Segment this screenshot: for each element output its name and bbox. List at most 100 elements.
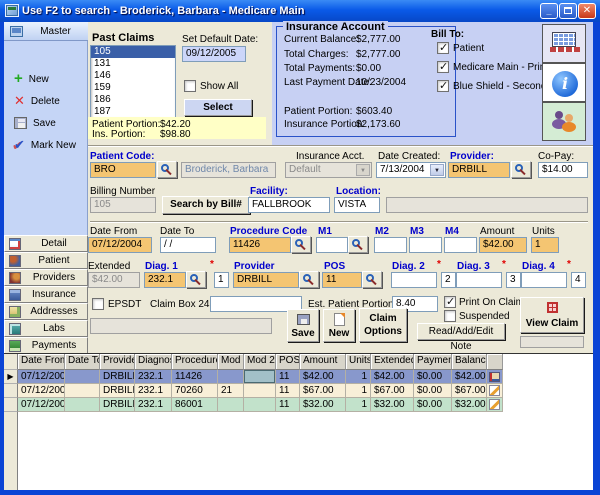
- grid-cell[interactable]: $32.00: [452, 398, 487, 412]
- diag3-pointer-field[interactable]: 3: [506, 272, 521, 288]
- m2-field[interactable]: [374, 237, 407, 253]
- grid-cell[interactable]: 86001: [172, 398, 218, 412]
- diag1-search-button[interactable]: [186, 271, 206, 288]
- bill-to-patient-checkbox[interactable]: [437, 42, 449, 54]
- print-on-claim-checkbox[interactable]: [444, 296, 456, 308]
- chevron-down-icon[interactable]: ▼: [430, 164, 444, 176]
- grid-cell[interactable]: $0.00: [414, 384, 452, 398]
- show-all-checkbox[interactable]: [184, 80, 196, 92]
- grid-row[interactable]: 07/12/2004 DRBILL 232.1 70260 21 11 $67.…: [4, 384, 503, 398]
- grid-cell[interactable]: DRBILL: [100, 370, 135, 384]
- column-header[interactable]: Payments: [414, 354, 452, 370]
- procedure-search-button[interactable]: [291, 236, 311, 253]
- sidebar-item-insurance[interactable]: Insurance: [4, 286, 88, 303]
- grid-cell[interactable]: 07/12/2004: [18, 370, 65, 384]
- m1-field[interactable]: [316, 237, 348, 253]
- sidebar-item-patient[interactable]: Patient: [4, 252, 88, 269]
- diag1-field[interactable]: 232.1: [144, 272, 186, 288]
- maximize-button[interactable]: [559, 3, 577, 19]
- facility-field[interactable]: FALLBROOK: [248, 197, 330, 213]
- grid-cell[interactable]: $67.00: [300, 384, 346, 398]
- sidebar-new-button[interactable]: + New: [14, 70, 49, 88]
- grid-cell[interactable]: 232.1: [135, 370, 172, 384]
- past-claims-item[interactable]: 105: [91, 46, 175, 58]
- grid-cell[interactable]: $67.00: [371, 384, 414, 398]
- grid-selector-header[interactable]: [4, 354, 18, 370]
- row-edit-icon[interactable]: [487, 398, 503, 412]
- past-claims-item[interactable]: 159: [91, 82, 175, 94]
- grid-cell[interactable]: 1: [346, 370, 371, 384]
- grid-cell[interactable]: [65, 398, 100, 412]
- location-field[interactable]: VISTA: [334, 197, 380, 213]
- past-claims-list[interactable]: 105 131 146 159 186 187: [90, 45, 176, 119]
- bill-to-medicare-checkbox[interactable]: [437, 61, 449, 73]
- sidebar-master-header[interactable]: Master: [4, 22, 88, 41]
- claim-options-button[interactable]: Claim Options: [359, 308, 407, 342]
- grid-cell-focused[interactable]: [244, 370, 276, 384]
- sidebar-delete-button[interactable]: ✕ Delete: [14, 92, 60, 110]
- save-button[interactable]: Save: [287, 309, 319, 342]
- grid-row-selected[interactable]: ▶ 07/12/2004 DRBILL 232.1 11426 11 $42.0…: [4, 370, 503, 384]
- row-edit-icon[interactable]: [487, 384, 503, 398]
- grid-cell[interactable]: $0.00: [414, 398, 452, 412]
- grid-cell[interactable]: 1: [346, 398, 371, 412]
- select-button[interactable]: Select: [184, 99, 252, 116]
- sidebar-mark-new-button[interactable]: ✔ Mark New: [14, 136, 76, 154]
- sidebar-item-payments[interactable]: Payments: [4, 337, 88, 354]
- set-default-date-field[interactable]: 09/12/2005: [182, 46, 246, 62]
- grid-cell[interactable]: 1: [346, 384, 371, 398]
- provider-field[interactable]: DRBILL: [448, 162, 510, 178]
- column-header[interactable]: Date To: [65, 354, 100, 370]
- column-header[interactable]: Balance: [452, 354, 487, 370]
- view-claim-button[interactable]: View Claim: [520, 297, 584, 333]
- column-header[interactable]: Extended: [371, 354, 414, 370]
- column-header[interactable]: Amount: [300, 354, 346, 370]
- column-header[interactable]: POS: [276, 354, 300, 370]
- grid-cell[interactable]: DRBILL: [100, 398, 135, 412]
- close-button[interactable]: ✕: [578, 3, 596, 19]
- grid-cell[interactable]: 21: [218, 384, 244, 398]
- grid-cell[interactable]: [218, 370, 244, 384]
- date-from-field[interactable]: 07/12/2004: [88, 237, 152, 253]
- m4-field[interactable]: [444, 237, 477, 253]
- patient-code-field[interactable]: BRO: [90, 162, 156, 178]
- grid-cell[interactable]: 11426: [172, 370, 218, 384]
- grid-cell[interactable]: $32.00: [300, 398, 346, 412]
- grid-cell[interactable]: 70260: [172, 384, 218, 398]
- grid-cell[interactable]: [65, 384, 100, 398]
- diag1-pointer-field[interactable]: 1: [214, 272, 229, 288]
- read-add-edit-note-button[interactable]: Read/Add/Edit Note: [417, 323, 505, 340]
- patient-search-button[interactable]: [157, 161, 177, 178]
- search-by-bill-button[interactable]: Search by Bill#: [162, 196, 250, 214]
- row-selector[interactable]: ▶: [4, 370, 18, 384]
- pos-search-button[interactable]: [362, 271, 382, 288]
- amount-field[interactable]: $42.00: [479, 237, 527, 253]
- sidebar-item-addresses[interactable]: Addresses: [4, 303, 88, 320]
- patients-button[interactable]: [542, 102, 586, 141]
- past-claims-item[interactable]: 146: [91, 70, 175, 82]
- grid-cell[interactable]: [244, 384, 276, 398]
- grid-cell[interactable]: [244, 398, 276, 412]
- row-selector[interactable]: [4, 384, 18, 398]
- diag4-field[interactable]: [521, 272, 567, 288]
- past-claims-item[interactable]: 186: [91, 94, 175, 106]
- grid-cell[interactable]: $42.00: [300, 370, 346, 384]
- grid-cell[interactable]: 11: [276, 384, 300, 398]
- date-created-select[interactable]: 7/13/2004 ▼: [376, 162, 446, 178]
- grid-cell[interactable]: DRBILL: [100, 384, 135, 398]
- grid-cell[interactable]: $0.00: [414, 370, 452, 384]
- grid-cell[interactable]: $42.00: [371, 370, 414, 384]
- line-provider-field[interactable]: DRBILL: [233, 272, 299, 288]
- new-button[interactable]: New: [323, 309, 355, 342]
- grid-cell[interactable]: $67.00: [452, 384, 487, 398]
- column-header[interactable]: Provider: [100, 354, 135, 370]
- m1-search-button[interactable]: [348, 236, 368, 253]
- grid-cell[interactable]: $42.00: [452, 370, 487, 384]
- units-field[interactable]: 1: [531, 237, 559, 253]
- copay-field[interactable]: $14.00: [538, 162, 588, 178]
- column-header[interactable]: Diagnosis: [135, 354, 172, 370]
- grid-row[interactable]: 07/12/2004 DRBILL 232.1 86001 11 $32.00 …: [4, 398, 503, 412]
- past-claims-item[interactable]: 131: [91, 58, 175, 70]
- line-provider-search-button[interactable]: [299, 271, 319, 288]
- grid-cell[interactable]: 07/12/2004: [18, 398, 65, 412]
